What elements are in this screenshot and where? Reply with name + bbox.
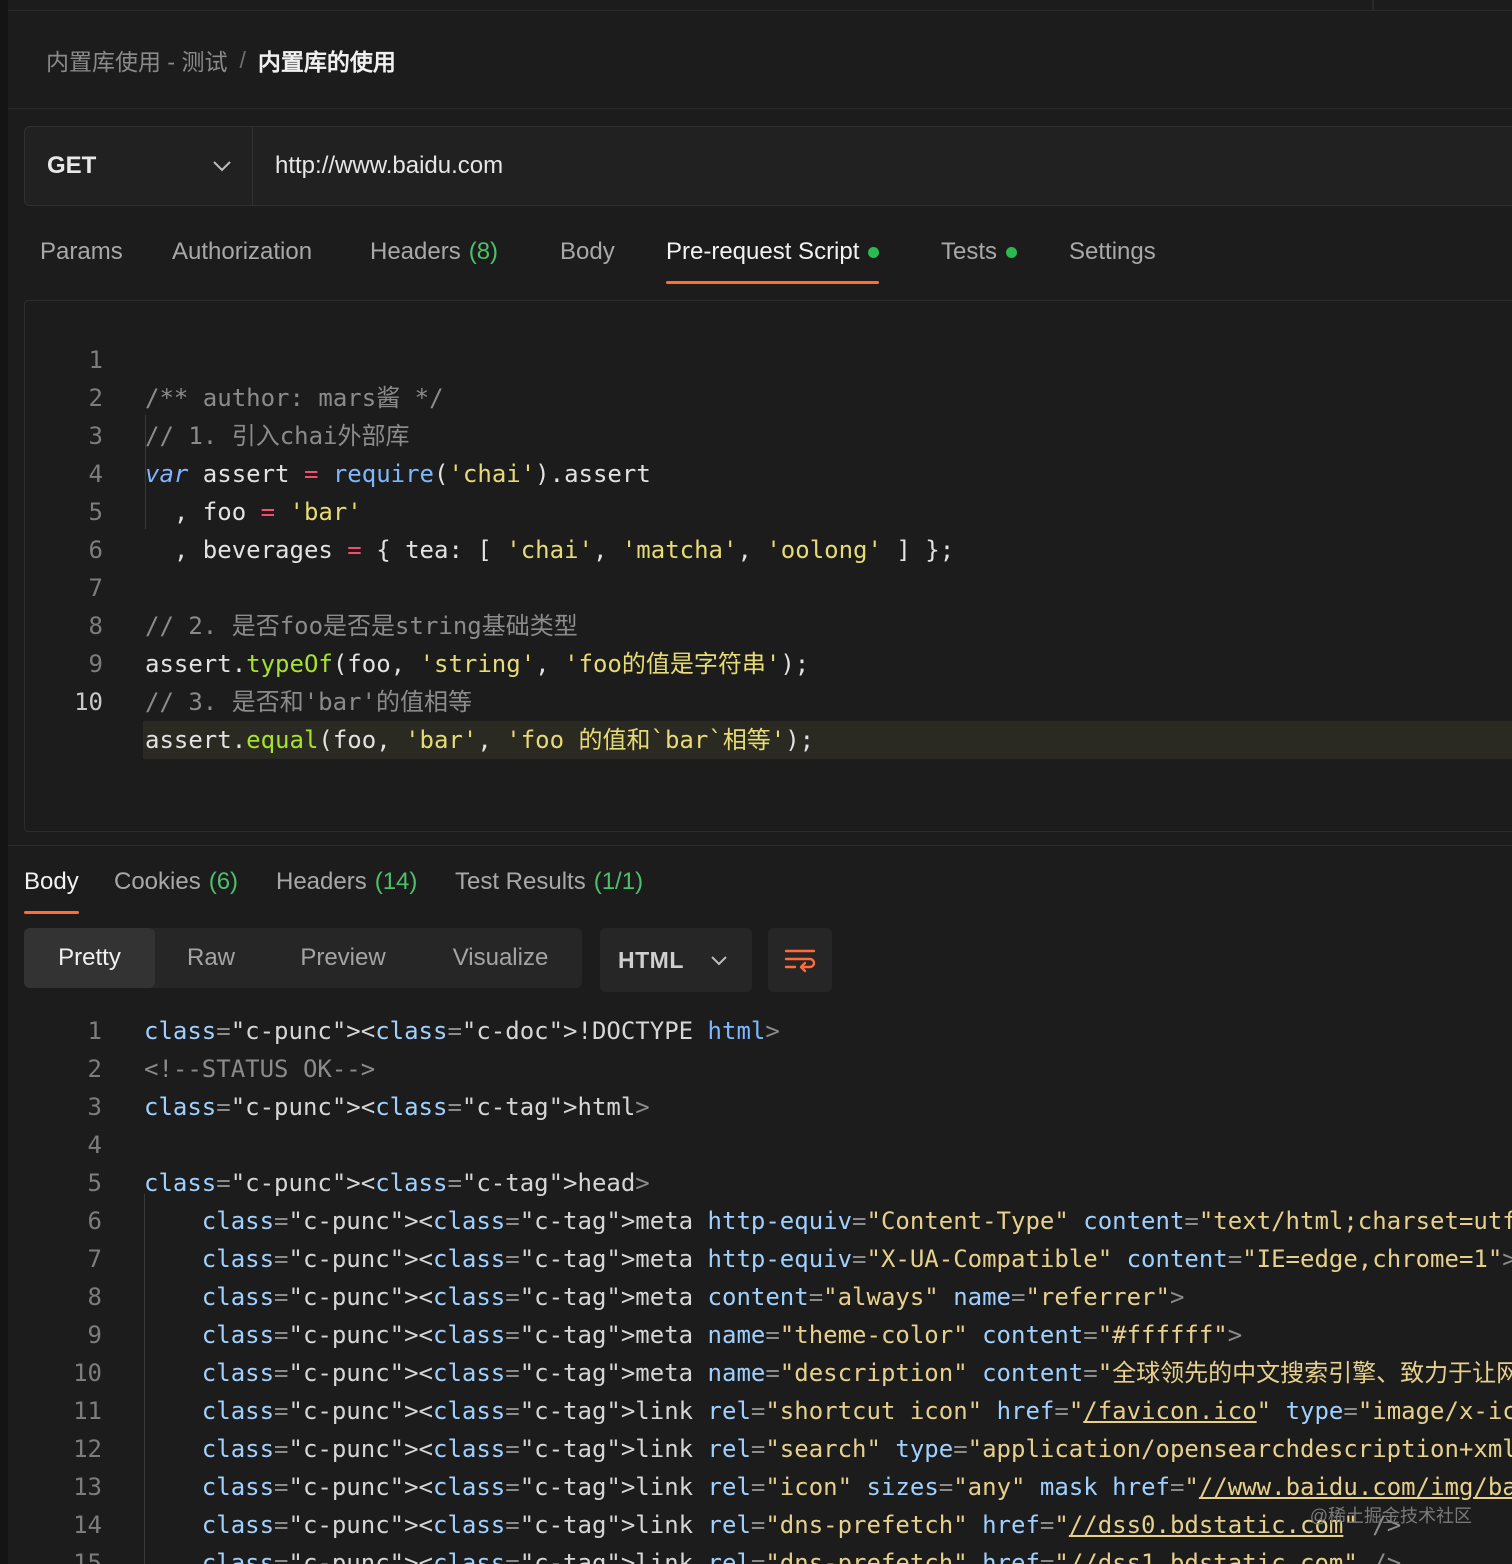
language-select[interactable]: HTML xyxy=(600,928,752,992)
method-select[interactable]: GET xyxy=(25,127,253,205)
tab-cookies[interactable]: Cookies (6) xyxy=(114,858,238,914)
code-line: 7 class="c-punc"><class="c-tag">meta htt… xyxy=(87,1245,1512,1273)
tab-pre-request-script[interactable]: Pre-request Script xyxy=(666,228,880,284)
format-segmented-control: Pretty Raw Preview Visualize xyxy=(24,928,582,988)
tab-response-body[interactable]: Body xyxy=(24,858,79,914)
chevron-down-icon xyxy=(213,161,231,172)
code-line: 2 <!--STATUS OK--> xyxy=(87,1055,376,1083)
breadcrumb-separator: / xyxy=(239,46,246,73)
tab-authorization[interactable]: Authorization xyxy=(172,228,312,284)
code-line: 8 class="c-punc"><class="c-tag">meta con… xyxy=(87,1283,1185,1311)
code-line: 6 xyxy=(88,536,103,564)
wrap-lines-button[interactable] xyxy=(768,928,832,992)
code-line: 9 class="c-punc"><class="c-tag">meta nam… xyxy=(87,1321,1243,1349)
format-raw[interactable]: Raw xyxy=(155,928,267,988)
language-label: HTML xyxy=(618,946,684,973)
code-line: 11 class="c-punc"><class="c-tag">link re… xyxy=(73,1397,1512,1425)
section-divider[interactable] xyxy=(8,845,1512,846)
chevron-down-icon xyxy=(711,955,727,965)
code-line: 6 class="c-punc"><class="c-tag">meta htt… xyxy=(87,1207,1512,1235)
code-line: 4 xyxy=(87,1131,102,1159)
method-label: GET xyxy=(47,152,97,179)
code-line: 1 class="c-punc"><class="c-doc">!DOCTYPE … xyxy=(87,1017,780,1045)
code-line: 15 class="c-punc"><class="c-tag">link re… xyxy=(73,1549,1402,1564)
response-headers-count: (14) xyxy=(374,868,418,895)
wrap-lines-icon xyxy=(784,949,816,973)
code-line: 5 , beverages = { tea: [ 'chai', 'matcha… xyxy=(88,498,955,564)
code-line: 7 // 2. 是否foo是否是string基础类型 xyxy=(88,574,578,640)
cookies-count: (6) xyxy=(208,868,239,895)
code-line-active: 10 assert.equal(foo, 'bar', 'foo 的值和`bar… xyxy=(25,645,1512,759)
format-visualize[interactable]: Visualize xyxy=(419,928,582,988)
code-line: 8 assert.typeOf(foo, 'string', 'foo的值是字符… xyxy=(88,612,810,678)
script-editor[interactable]: 1 /** author: mars酱 */ 2 // 1. 引入chai外部库… xyxy=(24,300,1512,832)
code-line: 14 class="c-punc"><class="c-tag">link re… xyxy=(73,1511,1402,1539)
url-input[interactable]: http://www.baidu.com xyxy=(253,127,503,205)
format-preview[interactable]: Preview xyxy=(267,928,419,988)
tab-response-headers[interactable]: Headers (14) xyxy=(276,858,417,914)
tab-test-results[interactable]: Test Results (1/1) xyxy=(455,858,643,914)
code-line: 3 var assert = require('chai').assert xyxy=(88,422,651,488)
code-line: 1 /** author: mars酱 */ xyxy=(88,346,444,412)
code-line: 5 class="c-punc"><class="c-tag">head> xyxy=(87,1169,650,1197)
response-tabs: Body Cookies (6) Headers (14) Test Results… xyxy=(0,858,1512,914)
code-line: 3 class="c-punc"><class="c-tag">html> xyxy=(87,1093,650,1121)
header-divider xyxy=(8,108,1512,109)
tab-params[interactable]: Params xyxy=(40,228,123,284)
code-line: 10 class="c-punc"><class="c-tag">meta na… xyxy=(73,1359,1512,1387)
status-dot xyxy=(868,247,880,258)
tab-body[interactable]: Body xyxy=(560,228,615,284)
top-border-divider xyxy=(1372,0,1374,10)
format-pretty[interactable]: Pretty xyxy=(24,928,155,988)
response-body-viewer[interactable]: 1 class="c-punc"><class="c-doc">!DOCTYPE … xyxy=(24,1012,1512,1564)
code-line: 4 , foo = 'bar' xyxy=(88,460,362,526)
tab-settings[interactable]: Settings xyxy=(1069,228,1156,284)
breadcrumb-collection[interactable]: 内置库使用 - 测试 xyxy=(46,43,227,77)
request-url-bar: GET http://www.baidu.com xyxy=(24,126,1512,206)
watermark: @稀土掘金技术社区 xyxy=(1309,1506,1472,1526)
code-line: 12 class="c-punc"><class="c-tag">link re… xyxy=(73,1435,1512,1463)
test-results-count: (1/1) xyxy=(593,868,644,895)
breadcrumb: 内置库使用 - 测试 / 内置库的使用 xyxy=(46,40,396,80)
status-dot xyxy=(1006,247,1018,258)
top-border xyxy=(8,0,1512,11)
request-tabs: Params Authorization Headers (8) Body Pre… xyxy=(0,228,1512,284)
headers-count: (8) xyxy=(468,238,499,265)
tab-tests[interactable]: Tests xyxy=(941,228,1018,284)
breadcrumb-request-name[interactable]: 内置库的使用 xyxy=(258,43,396,77)
code-line: 2 // 1. 引入chai外部库 xyxy=(88,384,410,450)
tab-headers[interactable]: Headers (8) xyxy=(370,228,498,284)
code-line: 9 // 3. 是否和'bar'的值相等 xyxy=(88,650,472,716)
code-line: 13 class="c-punc"><class="c-tag">link re… xyxy=(73,1473,1512,1501)
